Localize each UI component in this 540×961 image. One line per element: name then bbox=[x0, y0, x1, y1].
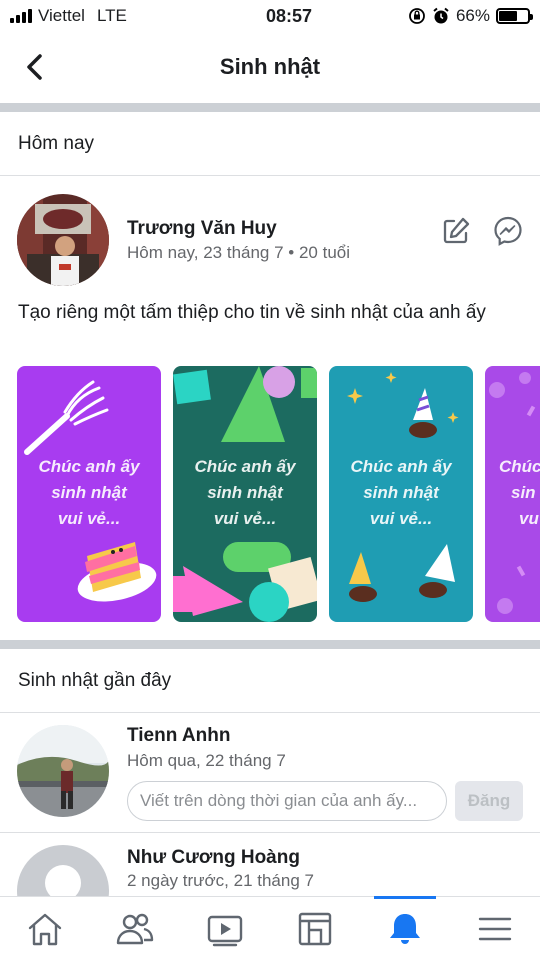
birthday-person-today[interactable]: Trương Văn Huy Hôm nay, 23 tháng 7 • 20 … bbox=[0, 177, 540, 297]
section-divider bbox=[0, 103, 540, 112]
alarm-icon bbox=[433, 7, 449, 24]
section-title-recent: Sinh nhật gần đây bbox=[0, 649, 540, 713]
clock: 08:57 bbox=[265, 5, 312, 26]
avatar-placeholder[interactable] bbox=[17, 845, 109, 896]
section-title-today: Hôm nay bbox=[0, 112, 540, 176]
avatar[interactable] bbox=[17, 194, 109, 286]
home-icon bbox=[28, 913, 62, 946]
avatar[interactable] bbox=[17, 725, 109, 817]
menu-icon bbox=[478, 917, 512, 941]
tab-watch[interactable] bbox=[180, 897, 270, 961]
person-birthday-info: Hôm qua, 22 tháng 7 bbox=[127, 751, 286, 770]
friends-icon bbox=[116, 913, 154, 945]
card-text-line: sinh nhật bbox=[363, 483, 439, 502]
birthday-card[interactable]: Chúc anh ấy sinh nhật vui vẻ... bbox=[329, 366, 473, 622]
card-text-line: Chúc anh ấy bbox=[194, 457, 296, 476]
tab-home[interactable] bbox=[0, 897, 90, 961]
edit-post-icon[interactable] bbox=[440, 215, 472, 247]
watch-icon bbox=[207, 915, 243, 947]
card-text-line: sin bbox=[511, 483, 536, 502]
birthday-card[interactable]: Chúc anh ấy sinh nhật vui vẻ... bbox=[17, 366, 161, 622]
carrier-name: Viettel bbox=[38, 6, 85, 25]
network-type: LTE bbox=[96, 6, 127, 25]
pages-icon bbox=[298, 912, 332, 946]
card-prompt: Tạo riêng một tấm thiệp cho tin về sinh … bbox=[18, 302, 486, 323]
card-text-line: vu bbox=[519, 509, 539, 528]
card-text-line: vui vẻ... bbox=[369, 509, 433, 528]
post-button[interactable]: Đăng bbox=[455, 781, 523, 821]
page-title: Sinh nhật bbox=[219, 54, 321, 79]
top-bar: Sinh nhật bbox=[0, 32, 540, 102]
card-text-line: vui vẻ... bbox=[213, 509, 277, 528]
section-divider bbox=[0, 640, 540, 649]
card-text-line: Chúc bbox=[499, 457, 540, 476]
tab-friends[interactable] bbox=[90, 897, 180, 961]
birthday-card[interactable]: Chúc sin vu bbox=[485, 366, 540, 622]
card-text-line: sinh nhật bbox=[51, 483, 127, 502]
birthday-card-carousel[interactable]: Chúc anh ấy sinh nhật vui vẻ... Chúc anh… bbox=[17, 366, 540, 622]
card-text-line: Chúc anh ấy bbox=[38, 457, 140, 476]
tab-pages[interactable] bbox=[270, 897, 360, 961]
birthday-card[interactable]: Chúc anh ấy sinh nhật vui vẻ... bbox=[173, 366, 317, 622]
person-birthday-info: 2 ngày trước, 21 tháng 7 bbox=[127, 871, 314, 890]
card-text-line: sinh nhật bbox=[207, 483, 283, 502]
person-birthday-info: Hôm nay, 23 tháng 7 • 20 tuổi bbox=[127, 243, 351, 262]
rotation-lock-icon bbox=[409, 8, 425, 24]
card-text-line: Chúc anh ấy bbox=[350, 457, 452, 476]
battery-percent: 66% bbox=[455, 6, 490, 25]
person-name[interactable]: Tienn Anhn bbox=[127, 725, 230, 747]
tab-menu[interactable] bbox=[450, 897, 540, 961]
person-name[interactable]: Trương Văn Huy bbox=[127, 218, 277, 240]
person-name[interactable]: Như Cương Hoàng bbox=[127, 847, 300, 869]
signal-icon bbox=[10, 9, 32, 23]
status-bar: Viettel LTE 08:57 66% bbox=[0, 0, 540, 32]
messenger-icon[interactable] bbox=[492, 215, 524, 247]
birthday-person-recent[interactable]: Như Cương Hoàng 2 ngày trước, 21 tháng 7 bbox=[0, 833, 540, 896]
notifications-icon bbox=[390, 914, 420, 944]
back-icon[interactable] bbox=[18, 50, 52, 84]
timeline-post-input[interactable]: Viết trên dòng thời gian của anh ấy... bbox=[127, 781, 447, 821]
card-text-line: vui vẻ... bbox=[57, 509, 121, 528]
tab-notifications[interactable] bbox=[360, 896, 450, 961]
battery-icon bbox=[496, 8, 533, 24]
bottom-tab-bar bbox=[0, 896, 540, 961]
